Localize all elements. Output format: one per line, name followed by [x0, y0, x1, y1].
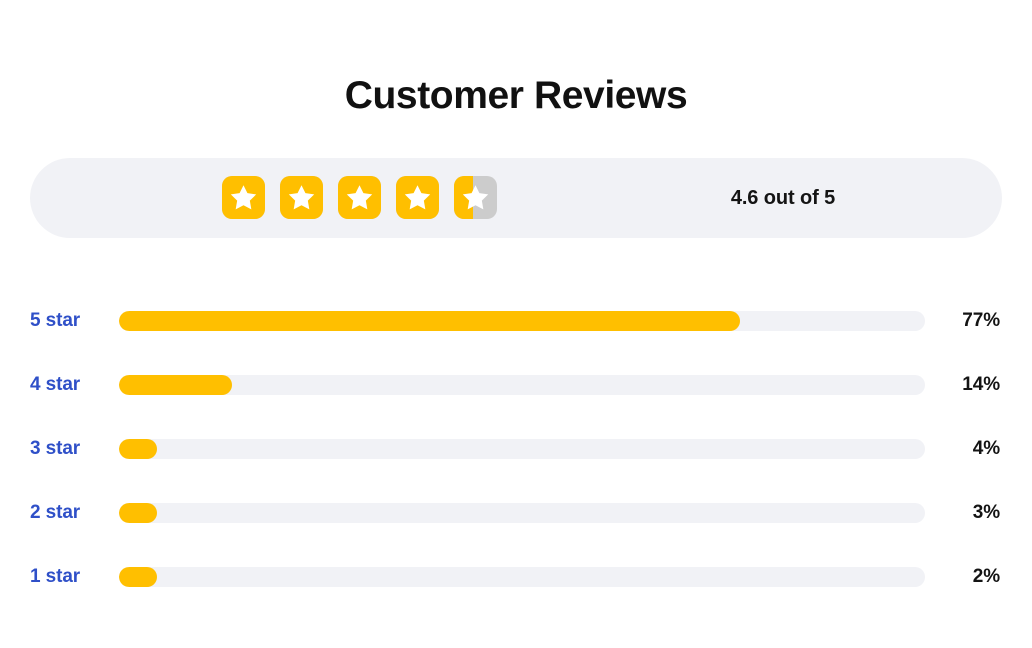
rating-breakdown-row[interactable]: 2 star 3% — [0, 481, 1032, 545]
rating-star-5[interactable] — [454, 176, 497, 219]
rating-breakdown-track — [119, 311, 925, 331]
rating-breakdown-row[interactable]: 3 star 4% — [0, 417, 1032, 481]
rating-breakdown-label[interactable]: 2 star — [30, 501, 110, 525]
rating-star-2[interactable] — [280, 176, 323, 219]
average-rating-text: 4.6 out of 5 — [730, 187, 836, 209]
star-icon — [288, 185, 315, 210]
rating-breakdown-label[interactable]: 5 star — [30, 309, 110, 333]
rating-breakdown-track — [119, 567, 925, 587]
star-icon — [462, 185, 489, 210]
rating-summary-card: 4.6 out of 5 — [30, 158, 1002, 238]
rating-breakdown-percent: 4% — [972, 438, 1000, 459]
rating-breakdown-row[interactable]: 1 star 2% — [0, 545, 1032, 609]
rating-breakdown-row[interactable]: 4 star 14% — [0, 353, 1032, 417]
rating-breakdown-bar — [119, 375, 232, 395]
rating-star-1[interactable] — [222, 176, 265, 219]
rating-breakdown-bar — [119, 311, 740, 331]
rating-breakdown-row[interactable]: 5 star 77% — [0, 289, 1032, 353]
rating-breakdown-label[interactable]: 3 star — [30, 437, 110, 461]
star-icon — [346, 185, 373, 210]
rating-breakdown-percent: 14% — [962, 374, 1000, 395]
rating-breakdown-label[interactable]: 4 star — [30, 373, 110, 397]
rating-breakdown-bar — [119, 503, 157, 523]
rating-breakdown-track — [119, 503, 925, 523]
rating-breakdown-bar — [119, 567, 157, 587]
rating-star-4[interactable] — [396, 176, 439, 219]
rating-breakdown-percent: 2% — [972, 566, 1000, 587]
rating-breakdown-track — [119, 439, 925, 459]
rating-breakdown-percent: 77% — [962, 310, 1000, 331]
rating-breakdown-list: 5 star 77% 4 star 14% 3 star 4% 2 star 3% 1 star… — [0, 289, 1032, 609]
star-icon — [230, 185, 257, 210]
star-icon — [404, 185, 431, 210]
rating-breakdown-label[interactable]: 1 star — [30, 565, 110, 589]
page-title: Customer Reviews — [344, 74, 688, 117]
rating-breakdown-bar — [119, 439, 157, 459]
rating-breakdown-percent: 3% — [972, 502, 1000, 523]
customer-reviews-page: Customer Reviews 4.6 out of 5 5 star 77% 4… — [0, 0, 1032, 648]
rating-breakdown-track — [119, 375, 925, 395]
star-rating-display — [222, 176, 497, 219]
rating-star-3[interactable] — [338, 176, 381, 219]
